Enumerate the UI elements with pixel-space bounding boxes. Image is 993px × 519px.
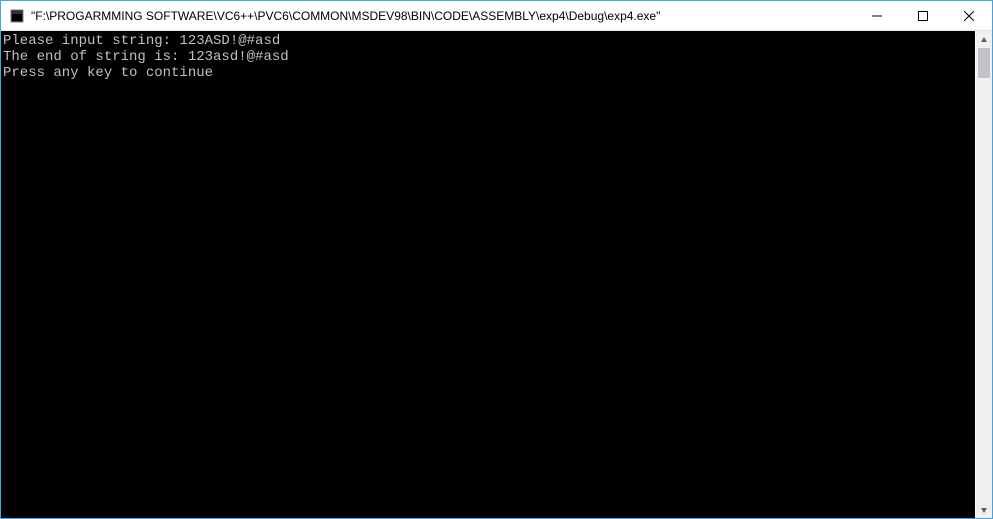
minimize-button[interactable] — [854, 1, 900, 30]
titlebar[interactable]: "F:\PROGARMMING SOFTWARE\VC6++\PVC6\COMM… — [1, 1, 992, 31]
console-area: Please input string: 123ASD!@#asdThe end… — [1, 31, 992, 518]
scroll-track[interactable] — [976, 48, 992, 501]
window-controls — [854, 1, 992, 30]
console-line: Press any key to continue — [3, 65, 973, 81]
scroll-thumb[interactable] — [978, 48, 990, 78]
window-title: "F:\PROGARMMING SOFTWARE\VC6++\PVC6\COMM… — [31, 9, 854, 23]
maximize-button[interactable] — [900, 1, 946, 30]
app-icon — [9, 8, 25, 24]
console-line: Please input string: 123ASD!@#asd — [3, 33, 973, 49]
close-button[interactable] — [946, 1, 992, 30]
scroll-up-arrow[interactable] — [976, 31, 992, 48]
console-line: The end of string is: 123asd!@#asd — [3, 49, 973, 65]
console-output[interactable]: Please input string: 123ASD!@#asdThe end… — [1, 31, 975, 518]
vertical-scrollbar[interactable] — [975, 31, 992, 518]
scroll-down-arrow[interactable] — [976, 501, 992, 518]
console-window: "F:\PROGARMMING SOFTWARE\VC6++\PVC6\COMM… — [0, 0, 993, 519]
